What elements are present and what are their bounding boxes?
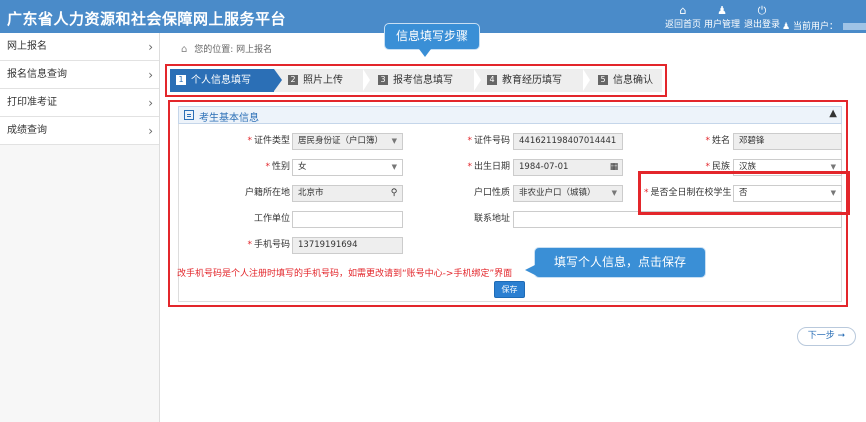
- home-small-icon: ⌂: [181, 44, 188, 55]
- name-field[interactable]: 邓碧锋: [733, 133, 842, 150]
- fulltime-highlight-box: [638, 171, 850, 215]
- site-title: 广东省人力资源和社会保障网上服务平台: [7, 10, 287, 28]
- callout-steps: 信息填写步骤: [384, 23, 480, 57]
- birth-date-field[interactable]: 1984-07-01 ▦: [513, 159, 623, 176]
- breadcrumb-current: 网上报名: [236, 45, 273, 55]
- chevron-right-icon: ›: [148, 68, 153, 82]
- sidebar-item-print-admission[interactable]: 打印准考证 ›: [0, 89, 159, 117]
- sidebar-item-label: 成绩查询: [7, 125, 47, 136]
- user-management-button[interactable]: ♟ 用户管理: [704, 4, 741, 31]
- chevron-right-icon: ›: [148, 96, 153, 110]
- active-step-arrow: [274, 69, 282, 91]
- form-section-header[interactable]: 考生基本信息 ▲: [178, 106, 842, 124]
- home-icon: ⌂: [679, 4, 687, 17]
- step-label: 报考信息填写: [393, 75, 453, 86]
- hukou-type-select[interactable]: 非农业户口（城镇） ▼: [513, 185, 623, 202]
- name-label: * 姓名: [705, 136, 730, 146]
- chevron-right-icon: ›: [148, 40, 153, 54]
- address-label: 联系地址: [473, 214, 510, 224]
- sidebar-item-registration-query[interactable]: 报名信息查询 ›: [0, 61, 159, 89]
- phone-note: 改手机号码是个人注册时填写的手机号码，如需更改请到“账号中心->手机绑定”界面: [177, 269, 513, 279]
- logout-button[interactable]: ⏻ 退出登录: [744, 4, 781, 31]
- hukou-place-label: 户籍所在地: [244, 188, 290, 198]
- power-icon: ⏻: [757, 4, 767, 17]
- home-nav-label: 返回首页: [665, 20, 702, 30]
- current-user: ♟ 当前用户：: [782, 19, 866, 32]
- collapse-up-icon[interactable]: ▲: [829, 108, 837, 119]
- step-separator: [363, 69, 370, 91]
- sidebar-item-online-registration[interactable]: 网上报名 ›: [0, 33, 159, 61]
- dropdown-caret-icon: ▼: [611, 189, 617, 197]
- gender-label: * 性别: [265, 162, 290, 172]
- user-management-label: 用户管理: [704, 20, 741, 30]
- breadcrumb-prefix: 您的位置:: [194, 45, 234, 55]
- callout-tail: [419, 49, 431, 57]
- id-number-label: * 证件号码: [467, 136, 510, 146]
- breadcrumb: ⌂ 您的位置: 网上报名: [181, 42, 272, 55]
- id-type-select[interactable]: 居民身份证（户口簿） ▼: [292, 133, 403, 150]
- user-small-icon: ♟: [782, 22, 791, 32]
- save-button[interactable]: 保存: [494, 281, 525, 298]
- hukou-place-field[interactable]: 北京市 ⚲: [292, 185, 403, 202]
- next-step-button[interactable]: 下一步 ➞: [797, 327, 856, 346]
- step-number: 2: [288, 75, 298, 85]
- step-separator: [583, 69, 590, 91]
- callout-tail: [525, 264, 537, 276]
- step-personal-info[interactable]: 1 个人信息填写: [170, 69, 274, 92]
- work-unit-input[interactable]: [292, 211, 403, 228]
- step-number: 1: [176, 75, 186, 85]
- user-icon: ♟: [717, 4, 727, 17]
- id-type-label: * 证件类型: [247, 136, 290, 146]
- step-label: 教育经历填写: [502, 75, 562, 86]
- step-label: 信息确认: [613, 75, 653, 86]
- list-icon: [184, 110, 194, 120]
- phone-field[interactable]: 13719191694: [292, 237, 403, 254]
- step-separator: [474, 69, 481, 91]
- sidebar-item-label: 网上报名: [7, 41, 47, 52]
- step-education[interactable]: 4 教育经历填写: [487, 69, 562, 92]
- callout-fill-text: 填写个人信息，点击保存: [553, 255, 686, 269]
- gender-select[interactable]: 女 ▼: [292, 159, 403, 176]
- step-number: 5: [598, 75, 608, 85]
- step-number: 4: [487, 75, 497, 85]
- search-icon[interactable]: ⚲: [386, 186, 402, 201]
- step-number: 3: [378, 75, 388, 85]
- step-confirm[interactable]: 5 信息确认: [598, 69, 653, 92]
- step-photo-upload[interactable]: 2 照片上传: [288, 69, 343, 92]
- current-user-name-redacted: [842, 23, 866, 30]
- step-label: 个人信息填写: [191, 75, 251, 86]
- phone-label: * 手机号码: [247, 240, 290, 250]
- work-unit-label: 工作单位: [253, 214, 290, 224]
- chevron-right-icon: ›: [148, 124, 153, 138]
- dropdown-caret-icon: ▼: [391, 137, 397, 145]
- dropdown-caret-icon: ▼: [391, 163, 397, 171]
- step-label: 照片上传: [303, 75, 343, 86]
- form-section-title: 考生基本信息: [199, 113, 259, 124]
- step-exam-info[interactable]: 3 报考信息填写: [378, 69, 453, 92]
- sidebar: 网上报名 › 报名信息查询 › 打印准考证 › 成绩查询 ›: [0, 33, 160, 422]
- steps-highlight-box: 1 个人信息填写 2 照片上传 3 报考信息填写 4 教育经历填写 5 信息确认: [165, 64, 667, 97]
- sidebar-item-score-query[interactable]: 成绩查询 ›: [0, 117, 159, 145]
- logout-label: 退出登录: [744, 20, 781, 30]
- home-nav-button[interactable]: ⌂ 返回首页: [665, 4, 702, 31]
- birth-date-label: * 出生日期: [467, 162, 510, 172]
- sidebar-item-label: 打印准考证: [7, 97, 57, 108]
- callout-steps-text: 信息填写步骤: [395, 29, 468, 43]
- step-bar: 1 个人信息填写 2 照片上传 3 报考信息填写 4 教育经历填写 5 信息确认: [170, 69, 662, 92]
- calendar-icon[interactable]: ▦: [606, 160, 622, 175]
- sidebar-item-label: 报名信息查询: [7, 69, 67, 80]
- hukou-type-label: 户口性质: [473, 188, 510, 198]
- current-user-label: 当前用户：: [792, 22, 838, 32]
- id-number-field[interactable]: 441621198407014441: [513, 133, 623, 150]
- callout-fill-info: 填写个人信息，点击保存: [525, 247, 706, 278]
